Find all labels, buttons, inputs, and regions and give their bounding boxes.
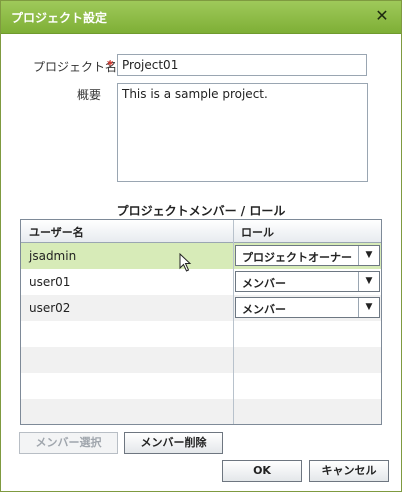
mouse-pointer-icon bbox=[179, 253, 192, 272]
table-row[interactable]: user01 メンバー ▼ bbox=[21, 269, 381, 295]
project-settings-dialog: プロジェクト設定 ✕ プロジェクト名 * 概要 This is a sample… bbox=[0, 0, 402, 492]
cell-username: user02 bbox=[29, 301, 71, 315]
chevron-down-icon[interactable]: ▼ bbox=[358, 272, 379, 291]
ok-button[interactable]: OK bbox=[222, 460, 302, 482]
members-section-title: プロジェクトメンバー / ロール bbox=[116, 204, 286, 218]
select-members-button[interactable]: メンバー選択 bbox=[19, 432, 118, 454]
project-name-label: プロジェクト名 bbox=[33, 60, 118, 74]
role-select[interactable]: プロジェクトオーナー ▼ bbox=[235, 245, 380, 266]
members-grid: ユーザー名 ロール jsadmin プロジェクトオーナー ▼ user01 メン… bbox=[20, 219, 382, 425]
cancel-button[interactable]: キャンセル bbox=[309, 460, 389, 482]
chevron-down-icon[interactable]: ▼ bbox=[358, 298, 379, 317]
table-row[interactable]: jsadmin プロジェクトオーナー ▼ bbox=[21, 243, 381, 269]
summary-label: 概要 bbox=[77, 88, 102, 102]
role-select-value: メンバー bbox=[242, 277, 286, 290]
close-icon[interactable]: ✕ bbox=[373, 6, 391, 26]
cell-username: user01 bbox=[29, 275, 71, 289]
empty-row bbox=[21, 399, 381, 424]
delete-members-button[interactable]: メンバー削除 bbox=[124, 432, 223, 454]
empty-row bbox=[21, 321, 381, 347]
cell-username: jsadmin bbox=[29, 249, 77, 263]
summary-textarea[interactable]: This is a sample project. bbox=[117, 83, 368, 182]
role-select[interactable]: メンバー ▼ bbox=[235, 297, 380, 318]
dialog-title: プロジェクト設定 bbox=[11, 11, 108, 25]
role-select-value: プロジェクトオーナー bbox=[242, 251, 352, 264]
column-divider bbox=[233, 220, 234, 424]
column-header-username[interactable]: ユーザー名 bbox=[29, 224, 84, 240]
table-row[interactable]: user02 メンバー ▼ bbox=[21, 295, 381, 321]
dialog-titlebar[interactable]: プロジェクト設定 ✕ bbox=[1, 1, 401, 34]
empty-row bbox=[21, 373, 381, 399]
column-header-role[interactable]: ロール bbox=[241, 224, 274, 240]
grid-header: ユーザー名 ロール bbox=[21, 220, 381, 243]
empty-row bbox=[21, 347, 381, 373]
project-name-input[interactable] bbox=[117, 54, 367, 76]
chevron-down-icon[interactable]: ▼ bbox=[358, 246, 379, 265]
required-mark: * bbox=[107, 58, 114, 72]
role-select[interactable]: メンバー ▼ bbox=[235, 271, 380, 292]
role-select-value: メンバー bbox=[242, 303, 286, 316]
